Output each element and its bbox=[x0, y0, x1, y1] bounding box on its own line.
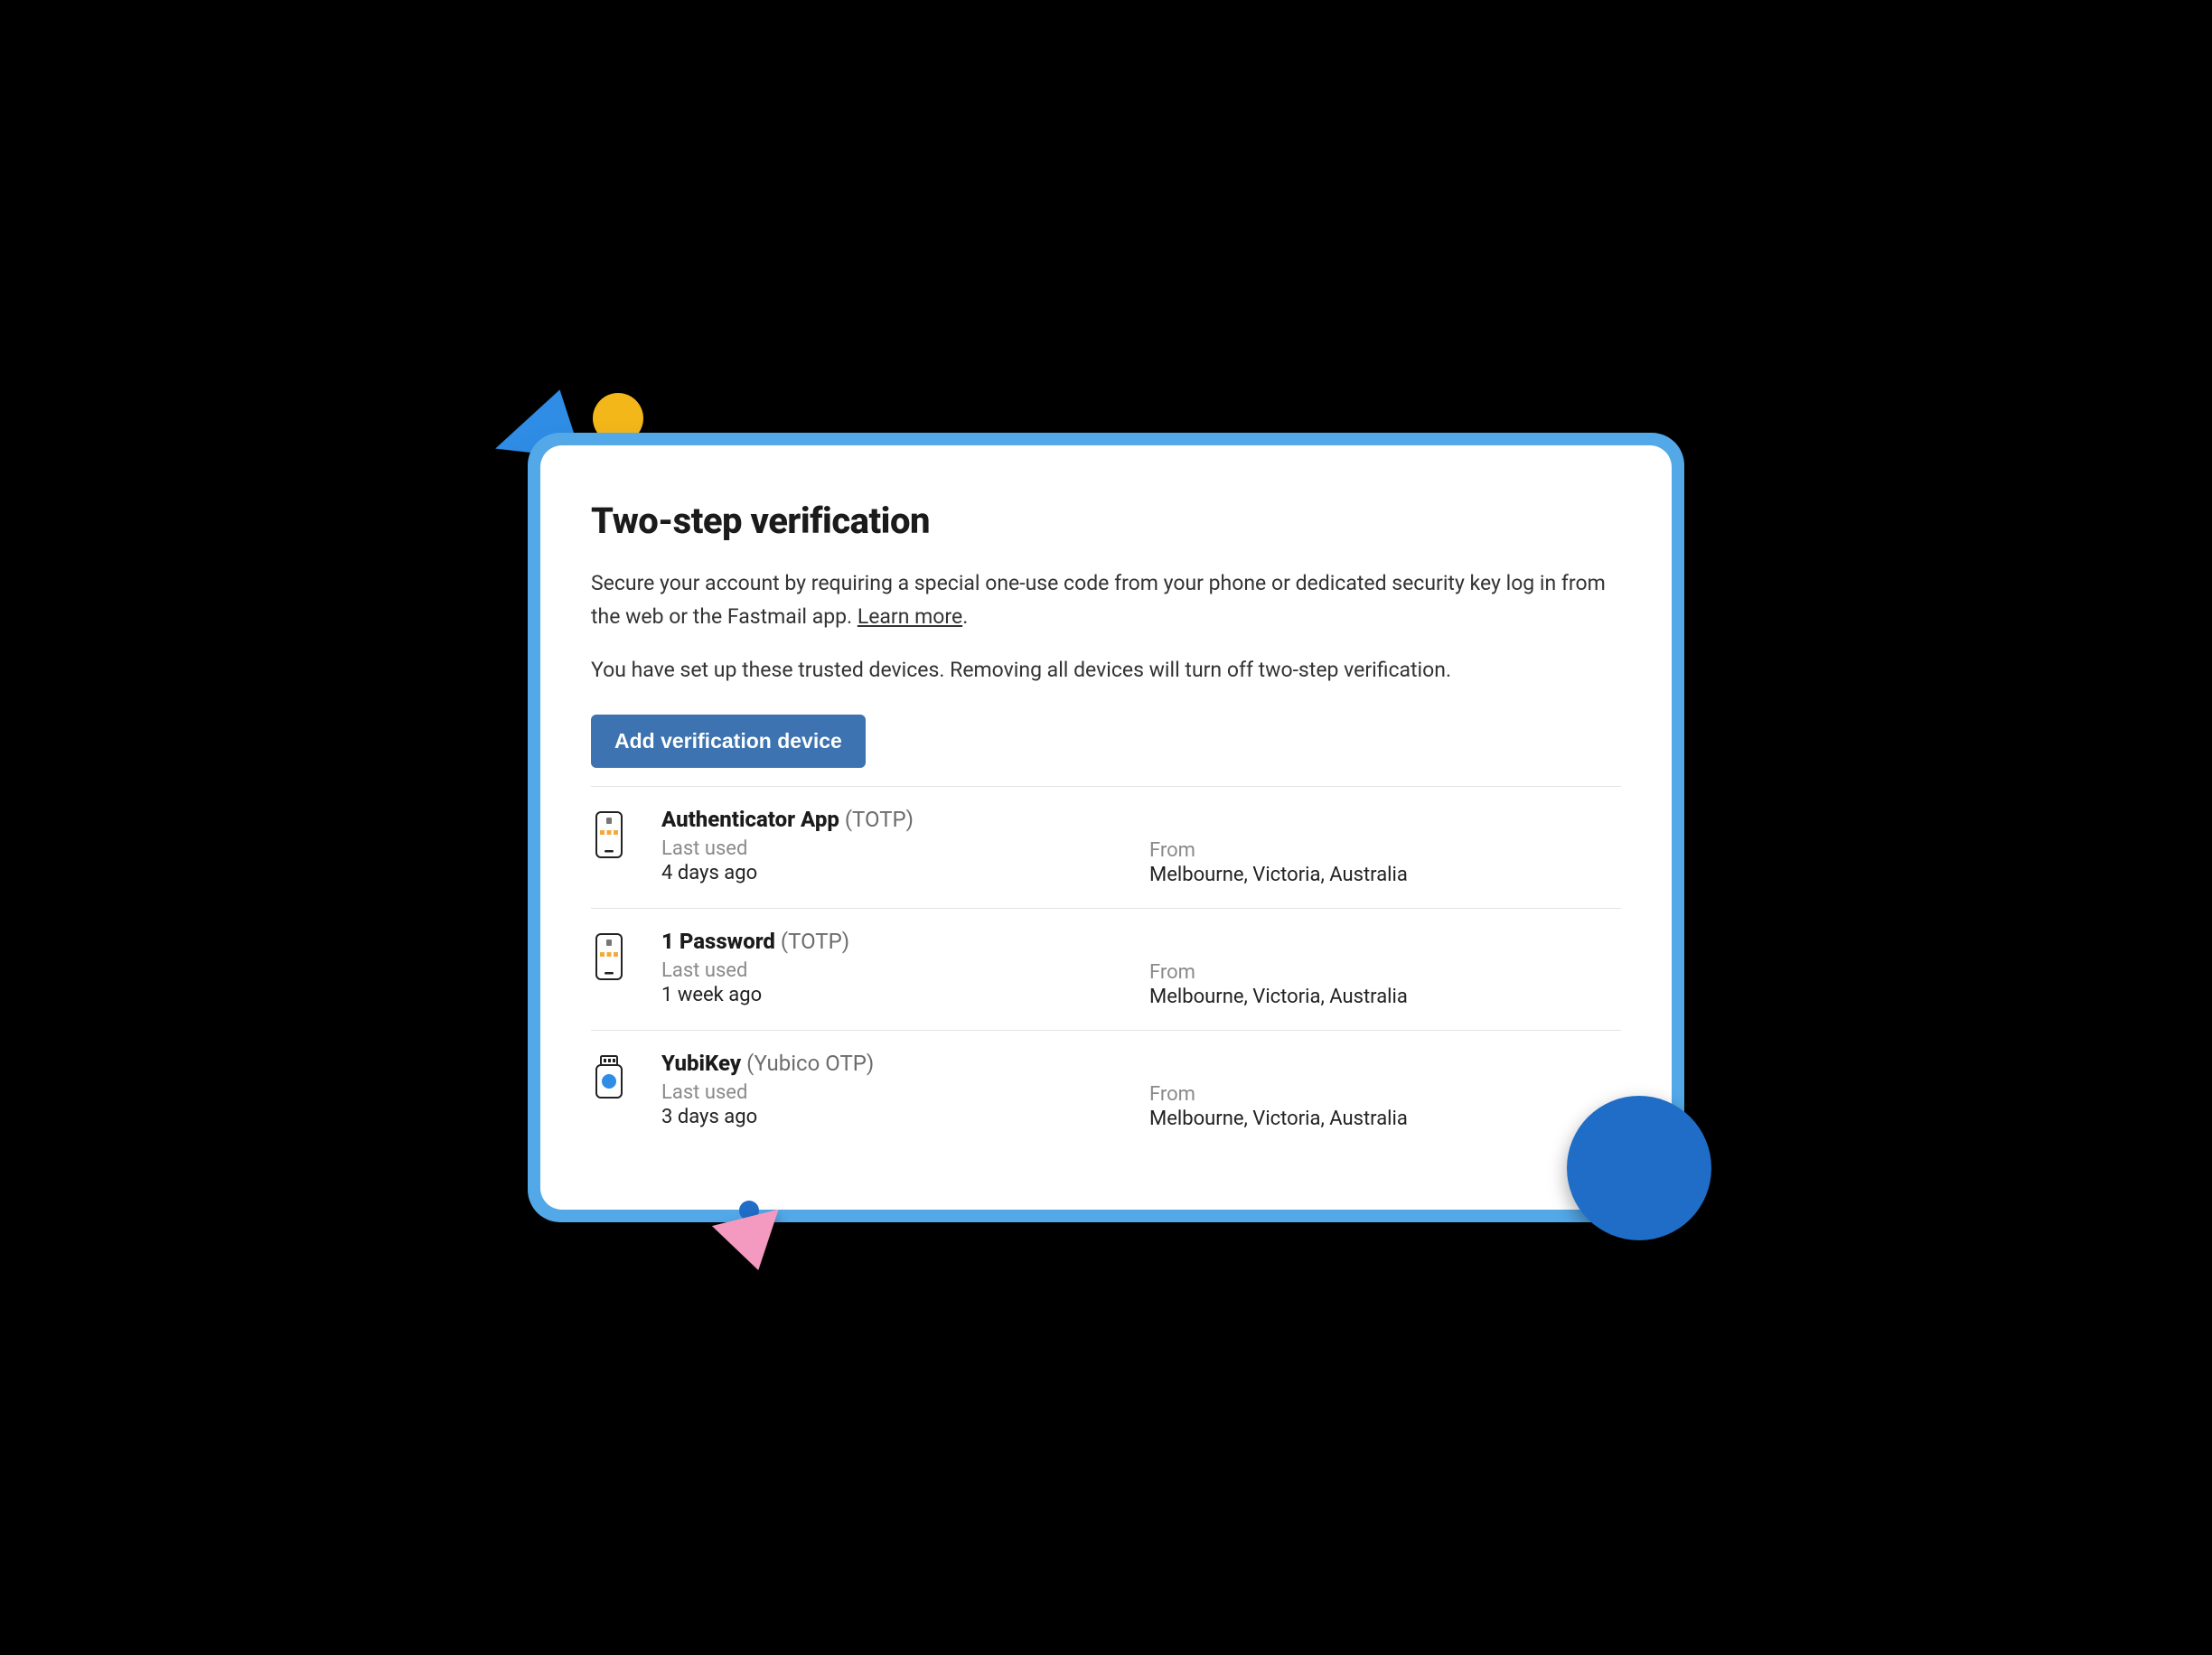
description: Secure your account by requiring a speci… bbox=[591, 567, 1621, 634]
from-label: From bbox=[1149, 839, 1621, 862]
device-location: FromMelbourne, Victoria, Australia bbox=[1149, 929, 1621, 1008]
last-used-value: 4 days ago bbox=[661, 862, 1133, 884]
usb-key-icon bbox=[591, 1054, 627, 1105]
last-used-label: Last used bbox=[661, 1081, 1133, 1104]
last-used-label: Last used bbox=[661, 837, 1133, 860]
learn-more-link[interactable]: Learn more bbox=[858, 604, 962, 629]
last-used-value: 1 week ago bbox=[661, 984, 1133, 1006]
device-name: Authenticator App bbox=[661, 807, 839, 832]
device-row[interactable]: Authenticator App (TOTP) Last used4 days … bbox=[591, 787, 1621, 909]
device-info: YubiKey (Yubico OTP) Last used3 days ago bbox=[661, 1051, 1133, 1130]
last-used-label: Last used bbox=[661, 959, 1133, 982]
device-location: FromMelbourne, Victoria, Australia bbox=[1149, 1051, 1621, 1130]
device-name: YubiKey bbox=[661, 1051, 741, 1076]
device-icon bbox=[591, 1051, 645, 1130]
authenticator-phone-icon bbox=[591, 810, 627, 861]
description-post: . bbox=[962, 604, 968, 629]
device-info: 1 Password (TOTP) Last used1 week ago bbox=[661, 929, 1133, 1008]
from-label: From bbox=[1149, 961, 1621, 984]
device-type: (Yubico OTP) bbox=[746, 1051, 874, 1076]
card-frame: Two-step verification Secure your accoun… bbox=[528, 433, 1684, 1221]
device-icon bbox=[591, 807, 645, 886]
device-name: 1 Password bbox=[661, 929, 775, 954]
device-icon bbox=[591, 929, 645, 1008]
device-type: (TOTP) bbox=[845, 807, 914, 832]
from-label: From bbox=[1149, 1083, 1621, 1106]
device-info: Authenticator App (TOTP) Last used4 days … bbox=[661, 807, 1133, 886]
device-location: FromMelbourne, Victoria, Australia bbox=[1149, 807, 1621, 886]
from-value: Melbourne, Victoria, Australia bbox=[1149, 864, 1621, 886]
last-used-value: 3 days ago bbox=[661, 1106, 1133, 1128]
device-row[interactable]: YubiKey (Yubico OTP) Last used3 days ago F… bbox=[591, 1031, 1621, 1152]
authenticator-phone-icon bbox=[591, 932, 627, 983]
device-type: (TOTP) bbox=[781, 929, 849, 954]
add-verification-device-button[interactable]: Add verification device bbox=[591, 715, 866, 768]
subtext: You have set up these trusted devices. R… bbox=[591, 654, 1621, 687]
from-value: Melbourne, Victoria, Australia bbox=[1149, 986, 1621, 1008]
device-list: Authenticator App (TOTP)Last used4 days … bbox=[591, 786, 1621, 1152]
from-value: Melbourne, Victoria, Australia bbox=[1149, 1108, 1621, 1130]
two-step-card: Two-step verification Secure your accoun… bbox=[540, 445, 1672, 1209]
description-text: Secure your account by requiring a speci… bbox=[591, 571, 1606, 629]
device-row[interactable]: 1 Password (TOTP) Last used1 week ago From… bbox=[591, 909, 1621, 1031]
page-title: Two-step verification bbox=[591, 500, 1621, 542]
